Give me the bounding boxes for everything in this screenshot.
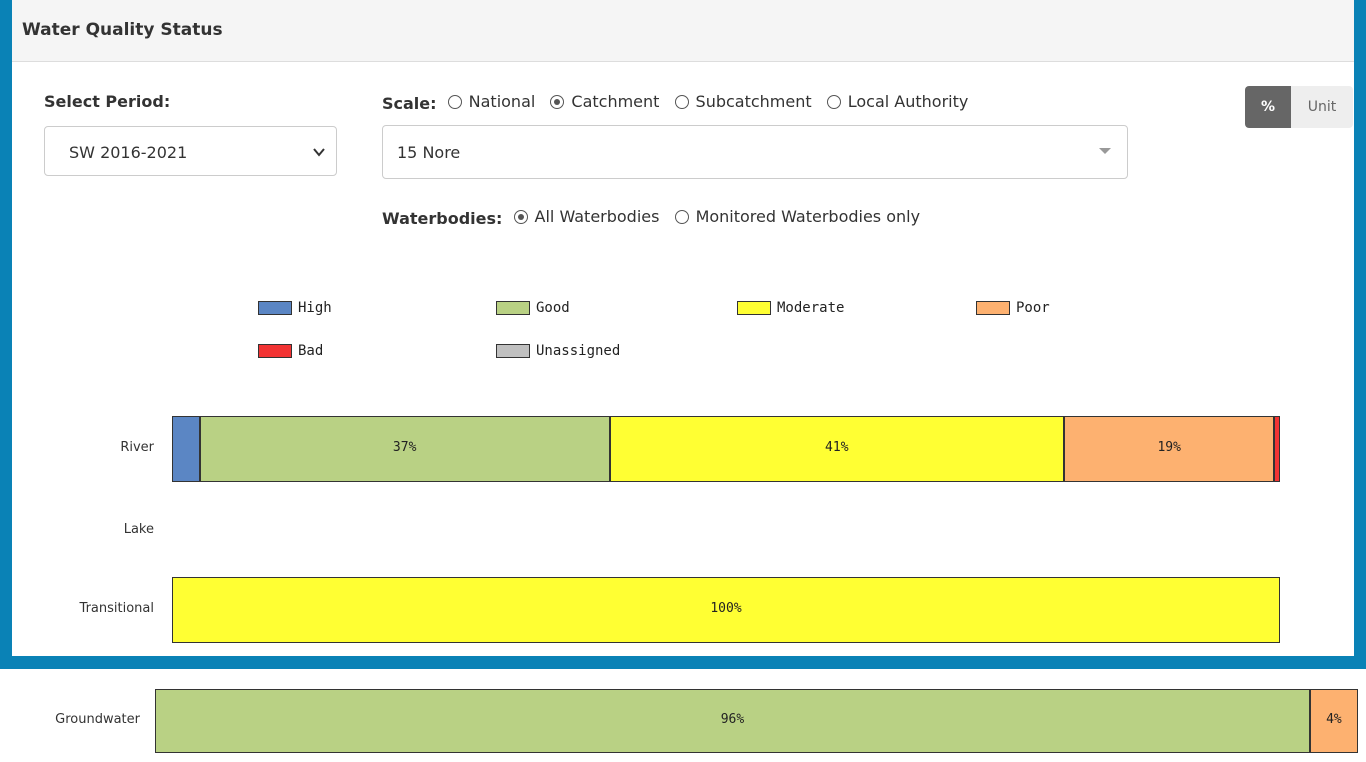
- scale-label: Scale:: [382, 93, 437, 113]
- row-label-groundwater: Groundwater: [55, 712, 140, 727]
- waterbodies-option-monitored[interactable]: Monitored Waterbodies only: [674, 207, 920, 226]
- value-mode-toggle: % Unit: [1245, 86, 1353, 128]
- bar-segment-river-high: [172, 416, 200, 482]
- bar-segment-river-bad: [1274, 416, 1280, 482]
- caret-down-icon: [1099, 148, 1111, 154]
- legend-item-poor: Poor: [976, 300, 1050, 316]
- legend-label: Bad: [298, 343, 324, 359]
- scale-option-national[interactable]: National: [447, 92, 535, 111]
- scale-value: 15 Nore: [397, 143, 461, 162]
- scale-select[interactable]: 15 Nore: [382, 125, 1128, 179]
- legend-item-bad: Bad: [258, 343, 323, 359]
- groundwater-panel: Groundwater 96% 4%: [0, 669, 1366, 762]
- radio-checked-icon: [513, 209, 528, 224]
- water-quality-panel: Water Quality Status Select Period: SW 2…: [12, 0, 1354, 656]
- period-label: Select Period:: [44, 92, 171, 111]
- panel-header: Water Quality Status: [12, 0, 1354, 62]
- legend-swatch: [496, 344, 530, 358]
- waterbodies-label: Waterbodies:: [382, 208, 503, 228]
- row-label-lake: Lake: [123, 522, 154, 537]
- legend-item-high: High: [258, 300, 332, 316]
- panel-title: Water Quality Status: [22, 20, 223, 40]
- scale-option-subcatchment[interactable]: Subcatchment: [674, 92, 812, 111]
- chevron-down-icon: [313, 148, 325, 157]
- scale-option-catchment[interactable]: Catchment: [550, 92, 659, 111]
- waterbodies-row: Waterbodies: All Waterbodies Monitored W…: [382, 207, 930, 228]
- data-label: 100%: [710, 601, 742, 616]
- data-label: 37%: [392, 440, 417, 455]
- legend-swatch: [258, 344, 292, 358]
- legend-item-unassigned: Unassigned: [496, 343, 620, 359]
- legend-swatch: [737, 301, 771, 315]
- legend-swatch: [496, 301, 530, 315]
- radio-icon: [447, 94, 462, 109]
- scale-row: Scale: National Catchment Subcatchment L…: [382, 92, 978, 113]
- data-label: 4%: [1326, 712, 1342, 727]
- percent-toggle-button[interactable]: %: [1245, 86, 1291, 128]
- radio-icon: [674, 209, 689, 224]
- row-label-transitional: Transitional: [79, 601, 154, 616]
- radio-checked-icon: [550, 94, 565, 109]
- row-label-river: River: [120, 440, 154, 455]
- data-label: 96%: [720, 712, 745, 727]
- legend-label: Unassigned: [536, 343, 621, 359]
- legend-swatch: [258, 301, 292, 315]
- legend-label: Moderate: [777, 300, 845, 316]
- period-value: SW 2016-2021: [69, 143, 188, 162]
- legend-item-good: Good: [496, 300, 570, 316]
- waterbodies-option-all[interactable]: All Waterbodies: [513, 207, 659, 226]
- unit-toggle-button[interactable]: Unit: [1291, 86, 1353, 128]
- data-label: 19%: [1157, 440, 1181, 455]
- legend-label: Poor: [1016, 300, 1050, 316]
- radio-icon: [826, 94, 841, 109]
- radio-icon: [674, 94, 689, 109]
- legend-label: Good: [536, 300, 570, 316]
- legend-swatch: [976, 301, 1010, 315]
- legend-label: High: [298, 300, 332, 316]
- data-label: 41%: [825, 440, 849, 455]
- scale-option-local-authority[interactable]: Local Authority: [826, 92, 968, 111]
- legend-item-moderate: Moderate: [737, 300, 844, 316]
- period-select[interactable]: SW 2016-2021: [44, 126, 337, 176]
